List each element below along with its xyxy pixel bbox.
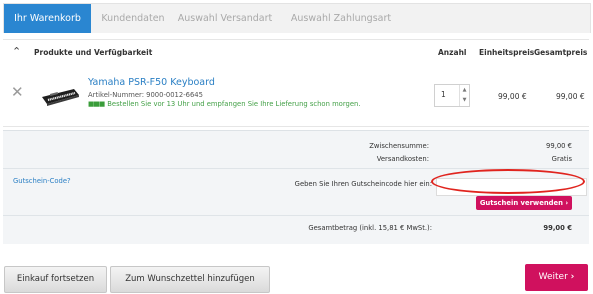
total-price: 99,00 € — [556, 92, 585, 101]
chevron-right-icon: › — [570, 272, 575, 282]
next-button[interactable]: Weiter › — [525, 264, 588, 291]
product-name-link[interactable]: Yamaha PSR-F50 Keyboard — [88, 77, 215, 88]
checkout-steps: Ihr Warenkorb Kundendaten Auswahl Versan… — [3, 3, 591, 33]
header-total-price: Gesamtpreis — [534, 48, 588, 57]
tab-shipping-method[interactable]: Auswahl Versandart — [174, 4, 276, 33]
voucher-prompt: Geben Sie Ihren Gutscheincode hier ein: — [294, 180, 432, 188]
quantity-value[interactable]: 1 — [441, 90, 446, 99]
add-to-wishlist-button[interactable]: Zum Wunschzettel hinzufügen — [110, 266, 270, 293]
cart-table-header: ⌃ Produkte und Verfügbarkeit Anzahl Einh… — [3, 39, 589, 67]
shipping-value: Gratis — [551, 155, 572, 163]
remove-item-icon[interactable]: ✕ — [11, 85, 24, 100]
tab-cart[interactable]: Ihr Warenkorb — [4, 4, 91, 33]
continue-shopping-button[interactable]: Einkauf fortsetzen — [4, 266, 107, 293]
shipping-label: Versandkosten: — [376, 155, 429, 163]
voucher-code-link[interactable]: Gutschein-Code? — [13, 177, 71, 185]
quantity-down-icon[interactable]: ▼ — [460, 95, 469, 105]
grand-total-label: Gesamtbetrag (inkl. 15,81 € MwSt.): — [308, 224, 432, 232]
tab-payment-method[interactable]: Auswahl Zahlungsart — [282, 4, 400, 33]
header-quantity: Anzahl — [438, 48, 467, 57]
subtotal-label: Zwischensumme: — [369, 142, 429, 150]
divider — [3, 215, 589, 216]
header-products: Produkte und Verfügbarkeit — [34, 48, 153, 57]
cart-item-row: ✕ Yamaha PSR-F50 Keyboard Artikel-Nummer… — [3, 66, 589, 127]
article-number: Artikel-Nummer: 9000-0012-6645 — [88, 91, 203, 99]
tab-customer-data[interactable]: Kundendaten — [92, 4, 174, 33]
product-image[interactable] — [40, 83, 80, 109]
availability-dots-icon: ■■■ — [88, 100, 105, 108]
chevron-up-icon[interactable]: ⌃ — [12, 45, 21, 58]
delivery-info: ■■■ Bestellen Sie vor 13 Uhr und empfange… — [88, 100, 361, 108]
header-unit-price: Einheitspreis — [479, 48, 535, 57]
apply-voucher-button[interactable]: Gutschein verwenden › — [476, 196, 572, 210]
highlight-annotation — [431, 169, 585, 194]
grand-total-value: 99,00 € — [543, 224, 572, 232]
quantity-stepper[interactable]: 1 ▲ ▼ — [434, 84, 470, 107]
unit-price: 99,00 € — [498, 92, 527, 101]
quantity-up-icon[interactable]: ▲ — [460, 85, 469, 95]
subtotal-value: 99,00 € — [546, 142, 572, 150]
chevron-right-icon: › — [565, 199, 569, 207]
order-summary: Zwischensumme: 99,00 € Versandkosten: Gr… — [3, 130, 589, 244]
